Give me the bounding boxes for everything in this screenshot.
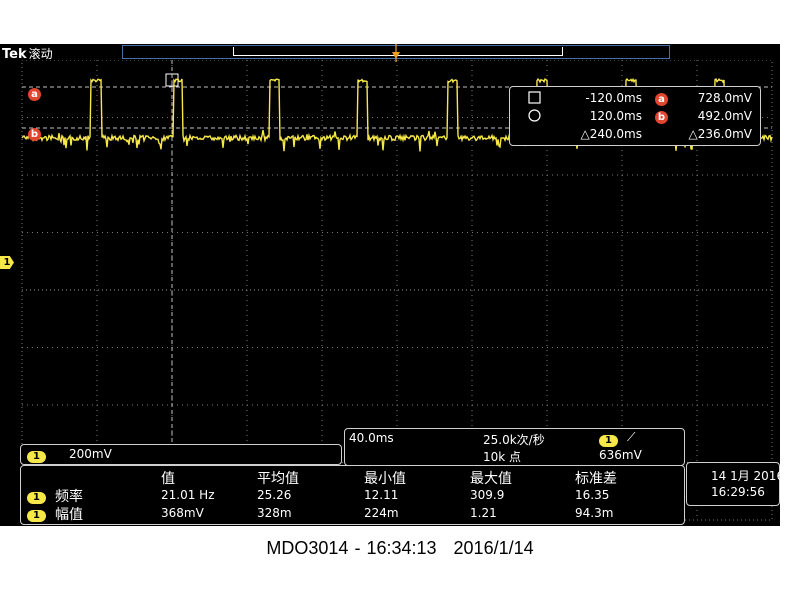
horizontal-scale: 40.0ms — [349, 431, 394, 445]
channel-badge: 1 — [27, 489, 46, 504]
cursor-b-volt-badge: b — [655, 109, 668, 124]
oscilloscope-screen: Tek 滚动 1 a b -120.0ms 120.0ms △240.0ms a … — [0, 44, 780, 526]
delta-time: △240.0ms — [580, 127, 642, 141]
capture-time: 16:34:13 — [366, 538, 437, 558]
time-display: 16:29:56 — [711, 485, 765, 499]
column-header-value: 值 — [161, 471, 175, 487]
column-header-mean: 平均值 — [257, 471, 299, 487]
cursor-readout-panel: -120.0ms 120.0ms △240.0ms a b 728.0mV 49… — [509, 86, 761, 146]
timebase-trigger-panel[interactable]: 40.0ms 25.0k次/秒 10k 点 1 ⟋ 636mV — [344, 428, 685, 466]
measurement-min: 12.11 — [364, 488, 399, 502]
capture-date: 2016/1/14 — [453, 538, 534, 558]
top-status-bar: Tek 滚动 — [0, 44, 780, 62]
cursor-b-volt: 492.0mV — [697, 109, 752, 123]
channel1-volts-per-div: 200mV — [69, 447, 112, 461]
measurement-max: 1.21 — [470, 506, 497, 520]
square-cursor-icon — [528, 91, 541, 104]
measurement-value: 21.01 Hz — [161, 488, 215, 502]
rising-edge-icon: ⟋ — [627, 430, 636, 444]
record-length: 10k 点 — [483, 450, 522, 464]
date-display: 14 1月 2016 — [711, 469, 780, 483]
measurement-mean: 25.26 — [257, 488, 292, 502]
table-row[interactable]: 1 幅值 368mV 328m 224m 1.21 94.3m — [21, 504, 681, 523]
sample-rate: 25.0k次/秒 — [483, 433, 545, 447]
measurement-name: 幅值 — [55, 507, 83, 523]
cursor-a-volt: 728.0mV — [697, 91, 752, 105]
cursor-a-volt-badge: a — [655, 91, 668, 106]
measurement-std: 16.35 — [575, 488, 610, 502]
cursor-b-time: 120.0ms — [589, 109, 642, 123]
circle-cursor-icon — [528, 109, 541, 122]
cursor-a-marker[interactable]: a — [28, 82, 41, 101]
table-row[interactable]: 1 频率 21.01 Hz 25.26 12.11 309.9 16.35 — [21, 486, 681, 505]
channel1-badge: 1 — [27, 448, 46, 463]
channel1-scale-panel[interactable]: 1 200mV — [20, 444, 342, 465]
measurement-value: 368mV — [161, 506, 204, 520]
brand-label: Tek 滚动 — [2, 47, 53, 62]
trigger-channel-badge: 1 — [599, 432, 618, 447]
measurement-min: 224m — [364, 506, 399, 520]
column-header-max: 最大值 — [470, 471, 512, 487]
measurement-panel[interactable]: 值 平均值 最小值 最大值 标准差 1 频率 21.01 Hz 25.26 12… — [20, 465, 685, 525]
screenshot-caption: MDO3014-16:34:13 2016/1/14 — [266, 538, 534, 558]
column-header-std: 标准差 — [575, 471, 617, 487]
trigger-position-icon[interactable] — [391, 44, 401, 62]
trigger-level: 636mV — [599, 448, 642, 462]
measurement-name: 频率 — [55, 489, 83, 505]
channel-badge: 1 — [27, 507, 46, 522]
measurement-std: 94.3m — [575, 506, 614, 520]
acquisition-mode: 滚动 — [28, 47, 53, 61]
cursor-b-marker[interactable]: b — [28, 122, 41, 141]
measurement-max: 309.9 — [470, 488, 505, 502]
cursor-a-time: -120.0ms — [585, 91, 642, 105]
measurement-mean: 328m — [257, 506, 292, 520]
model-name: MDO3014 — [266, 538, 349, 558]
delta-volt: △236.0mV — [688, 127, 752, 141]
datetime-panel: 14 1月 2016 16:29:56 — [686, 462, 780, 506]
column-header-min: 最小值 — [364, 471, 406, 487]
